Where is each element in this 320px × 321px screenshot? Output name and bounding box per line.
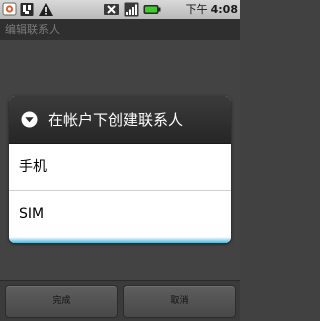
dialog-title: 在帐户下创建联系人: [48, 111, 184, 129]
messaging-icon: [2, 2, 17, 16]
usb-debug-icon: [20, 3, 34, 16]
account-option-sim[interactable]: SIM: [9, 191, 231, 237]
account-option-label: 手机: [19, 159, 47, 175]
dialog-header: 在帐户下创建联系人: [9, 96, 231, 144]
clock-time: 4:08: [210, 3, 238, 16]
status-bar: 下午 4:08: [0, 0, 240, 19]
button-bar: 完成 取消: [0, 280, 240, 321]
signal-bars-icon: [124, 2, 139, 17]
dialog-bottom-accent: [9, 237, 231, 243]
battery-icon: [143, 5, 161, 14]
done-button[interactable]: 完成: [5, 285, 118, 318]
title-bar: 编辑联系人: [0, 19, 240, 40]
sim-signal-off-icon: [104, 4, 119, 15]
clock-period: 下午: [185, 3, 208, 16]
account-picker-dialog: 在帐户下创建联系人 手机 SIM: [9, 96, 231, 243]
chevron-down-circle-icon: [21, 111, 38, 128]
account-option-label: SIM: [19, 206, 45, 222]
account-option-phone[interactable]: 手机: [9, 144, 231, 191]
warning-icon: [39, 3, 53, 16]
page-title: 编辑联系人: [5, 23, 60, 36]
status-clock: 下午 4:08: [186, 0, 238, 19]
cancel-button[interactable]: 取消: [123, 285, 236, 318]
